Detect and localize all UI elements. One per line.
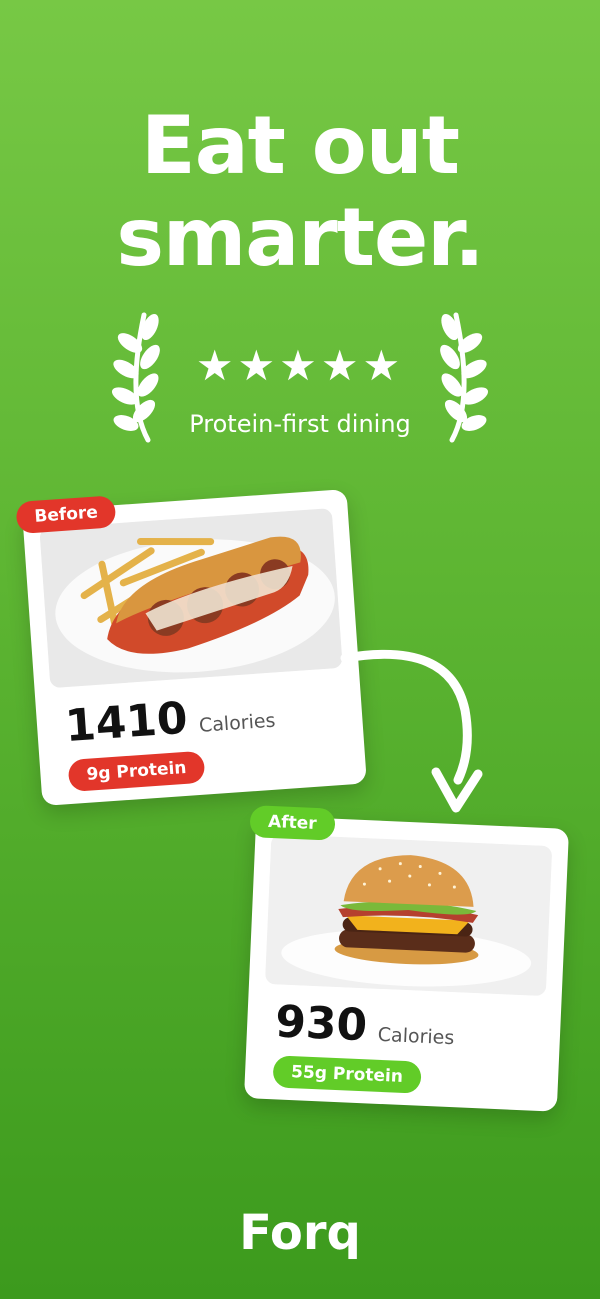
before-stats: 1410 Calories 9g Protein (63, 687, 279, 793)
after-calories-value: 930 (274, 996, 369, 1052)
after-stats: 930 Calories 55g Protein (272, 996, 455, 1095)
before-calories-value: 1410 (63, 692, 190, 753)
rating-badge: ★★★★★ Protein-first dining (100, 305, 500, 450)
headline: Eat out smarter. (0, 100, 600, 284)
curved-arrow-icon (340, 649, 483, 813)
laurel-right-icon (440, 312, 489, 443)
after-protein-badge: 55g Protein (272, 1055, 422, 1094)
after-card[interactable]: After 930 Calories 55g Protein (243, 805, 570, 1112)
before-card[interactable]: Before 1410 Calories 9g Protein (15, 489, 367, 806)
before-protein-badge: 9g Protein (67, 750, 206, 793)
burger-photo (264, 833, 553, 997)
after-calories-unit: Calories (377, 1023, 455, 1050)
before-calories-unit: Calories (198, 709, 277, 737)
after-tag: After (249, 805, 336, 841)
headline-line-2: smarter. (116, 191, 484, 284)
brand-logo: Forq (239, 1205, 361, 1261)
headline-line-1: Eat out (141, 99, 460, 192)
meatball-sub-photo (39, 508, 343, 689)
